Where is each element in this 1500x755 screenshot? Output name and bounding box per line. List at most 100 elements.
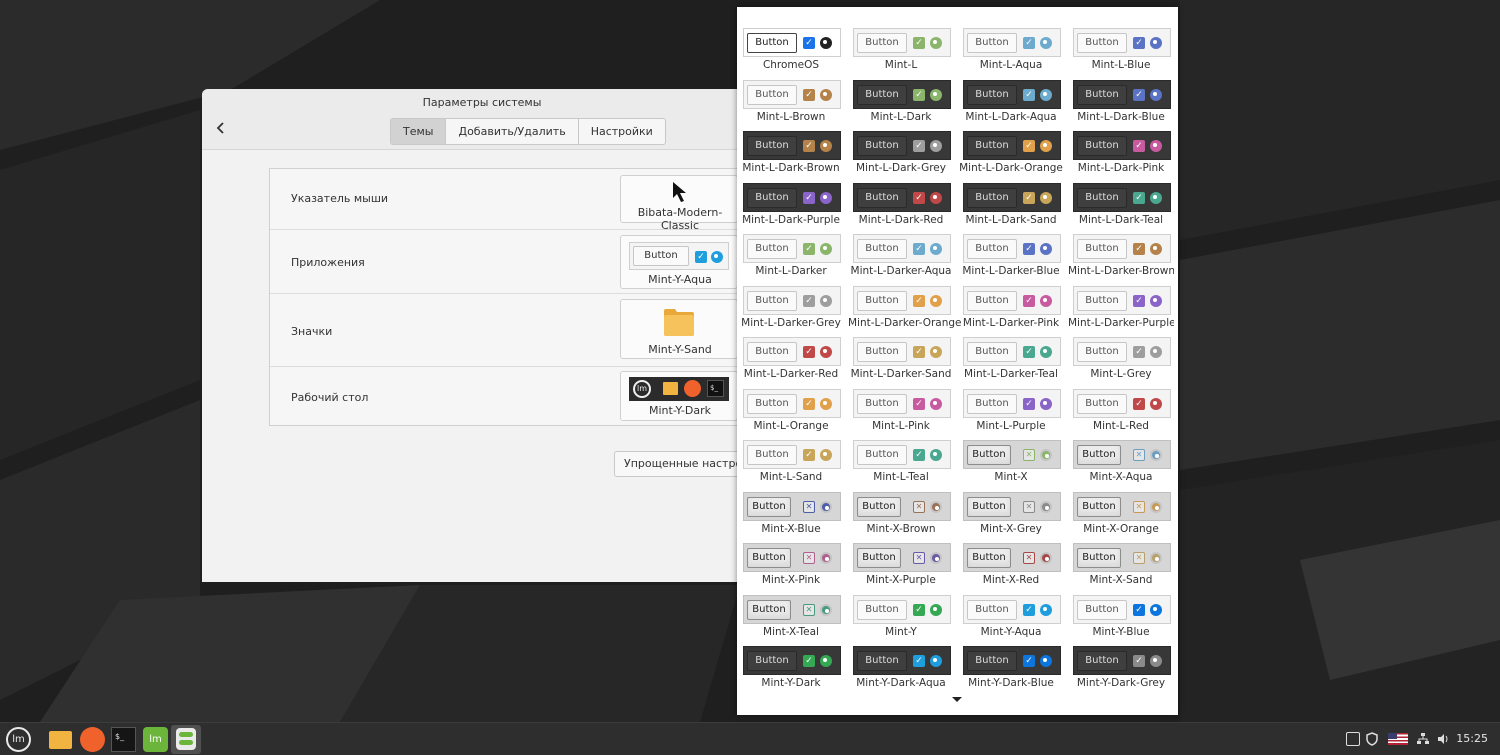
theme-item[interactable]: Button ✓ Mint-Y-Blue (1072, 594, 1174, 646)
tab-themes[interactable]: Темы (391, 119, 447, 144)
theme-item[interactable]: Button ✕ Mint-X-Purple (852, 542, 960, 594)
cursor-icon (673, 182, 686, 202)
theme-item[interactable]: Button ✓ Mint-Y-Dark-Blue (962, 645, 1070, 690)
theme-item[interactable]: Button ✓ Mint-L-Grey (1072, 336, 1174, 388)
theme-item[interactable]: Button ✕ Mint-X-Brown (852, 491, 960, 543)
theme-name: Mint-Y-Dark-Aqua (856, 677, 946, 689)
clock[interactable]: 15:25 (1456, 732, 1488, 745)
mouse-pointer-picker[interactable]: Bibata-Modern-Classic (620, 175, 738, 232)
preview-checkbox-icon: ✓ (803, 37, 815, 49)
theme-item[interactable]: Button ✓ Mint-L-Dark-Blue (1072, 79, 1174, 131)
theme-name: Mint-X (994, 471, 1028, 483)
icons-theme-picker[interactable]: Mint-Y-Sand (620, 299, 738, 359)
preview-button: Button (857, 445, 907, 465)
preview-button: Button (747, 84, 797, 105)
firefox-icon[interactable] (80, 727, 105, 752)
theme-item[interactable]: Button ✓ Mint-L-Dark-Brown (742, 130, 850, 182)
theme-item[interactable]: Button ✓ Mint-L-Aqua (962, 27, 1070, 79)
theme-name: Mint-X-Orange (1083, 522, 1159, 535)
preview-radio-icon (1150, 603, 1162, 616)
terminal-icon[interactable]: $_ (111, 727, 136, 752)
theme-item[interactable]: Button ✕ Mint-X-Grey (962, 491, 1070, 543)
theme-item[interactable]: Button ✓ Mint-L-Dark-Purple (742, 182, 850, 234)
theme-name: Mint-L-Dark-Sand (965, 213, 1057, 226)
theme-item[interactable]: Button ✓ Mint-Y (852, 594, 960, 646)
scroll-down-arrow-icon[interactable] (952, 697, 962, 702)
theme-item[interactable]: Button ✓ Mint-Y-Dark-Grey (1072, 645, 1174, 690)
theme-item[interactable]: Button ✓ Mint-L-Darker (742, 233, 850, 285)
theme-item[interactable]: Button ✓ Mint-L-Darker-Purple (1068, 285, 1174, 337)
theme-item[interactable]: Button ✓ Mint-L-Dark-Pink (1072, 130, 1174, 182)
volume-icon[interactable] (1436, 732, 1450, 746)
theme-item[interactable]: Button ✓ Mint-L-Red (1072, 388, 1174, 440)
theme-chooser-popup: Button ✓ ChromeOS Button ✓ Mint-L Button ✓ Mint-… (737, 7, 1178, 715)
preview-radio-icon (820, 294, 832, 307)
preview-button: Button (747, 239, 797, 259)
theme-item[interactable]: Button ✕ Mint-X-Aqua (1072, 439, 1174, 491)
us-flag-icon[interactable] (1388, 733, 1408, 745)
theme-item[interactable]: Button ✕ Mint-X (962, 439, 1070, 491)
theme-item[interactable]: Button ✓ Mint-L-Darker-Teal (962, 336, 1070, 388)
theme-item[interactable]: Button ✓ Mint-L-Dark-Sand (962, 182, 1070, 234)
preview-button: Button (1077, 187, 1127, 208)
theme-item[interactable]: Button ✓ Mint-L-Darker-Sand (851, 336, 960, 388)
theme-item[interactable]: Button ✓ Mint-L-Darker-Grey (742, 285, 850, 337)
theme-item[interactable]: Button ✓ Mint-Y-Dark (742, 645, 850, 690)
tab-settings[interactable]: Настройки (579, 119, 665, 144)
theme-item[interactable]: Button ✓ Mint-L-Darker-Pink (962, 285, 1070, 337)
theme-item[interactable]: Button ✓ Mint-Y-Aqua (962, 594, 1070, 646)
theme-item[interactable]: Button ✓ Mint-L (852, 27, 960, 79)
theme-item[interactable]: Button ✓ Mint-L-Pink (852, 388, 960, 440)
preview-button: Button (967, 548, 1011, 568)
preview-button: Button (1077, 239, 1127, 259)
theme-item[interactable]: Button ✕ Mint-X-Blue (742, 491, 850, 543)
theme-item[interactable]: Button ✓ Mint-L-Darker-Red (742, 336, 850, 388)
preview-radio-icon (930, 346, 942, 358)
system-settings-icon[interactable] (171, 725, 201, 754)
theme-item[interactable]: Button ✓ Mint-L-Orange (742, 388, 850, 440)
theme-item[interactable]: Button ✓ Mint-L-Brown (742, 79, 850, 131)
theme-item[interactable]: Button ✕ Mint-X-Red (962, 542, 1070, 594)
theme-item[interactable]: Button ✓ Mint-L-Teal (852, 439, 960, 491)
theme-item[interactable]: Button ✓ Mint-L-Purple (962, 388, 1070, 440)
desktop-theme-picker[interactable]: lm $_ Mint-Y-Dark (620, 371, 738, 421)
picker-caption: Mint-Y-Aqua (648, 273, 712, 286)
theme-item[interactable]: Button ✓ Mint-L-Dark-Aqua (962, 79, 1070, 131)
theme-preview: Button ✓ (1073, 234, 1171, 263)
theme-item[interactable]: Button ✕ Mint-X-Pink (742, 542, 850, 594)
theme-item[interactable]: Button ✓ Mint-L-Dark-Grey (852, 130, 960, 182)
preview-radio-icon (1150, 294, 1162, 307)
window-header: Параметры системы Темы Добавить/Удалить … (202, 89, 762, 150)
theme-item[interactable]: Button ✓ Mint-L-Darker-Brown (1068, 233, 1174, 285)
preview-checkbox-icon: ✓ (1133, 346, 1145, 358)
network-icon[interactable] (1416, 732, 1430, 746)
theme-item[interactable]: Button ✓ Mint-L-Sand (742, 439, 850, 491)
tab-add-remove[interactable]: Добавить/Удалить (446, 119, 579, 144)
applications-theme-picker[interactable]: Button ✓ Mint-Y-Aqua (620, 235, 738, 289)
theme-item[interactable]: Button ✓ Mint-L-Darker-Orange (848, 285, 962, 337)
theme-item[interactable]: Button ✓ Mint-L-Dark-Teal (1072, 182, 1174, 234)
mintinstall-icon[interactable]: lm (143, 727, 168, 752)
theme-item[interactable]: Button ✕ Mint-X-Teal (742, 594, 850, 646)
theme-item[interactable]: Button ✓ Mint-L-Darker-Aqua (851, 233, 960, 285)
theme-preview: Button ✓ (1073, 182, 1171, 212)
files-icon[interactable] (48, 727, 73, 752)
theme-preview: Button ✕ (963, 543, 1061, 572)
mint-logo-icon: lm (633, 380, 651, 398)
theme-item[interactable]: Button ✓ Mint-Y-Dark-Aqua (852, 645, 960, 690)
theme-name: Mint-L-Purple (976, 419, 1046, 432)
clipboard-icon[interactable] (1346, 732, 1360, 746)
shield-icon[interactable] (1365, 732, 1379, 746)
theme-item[interactable]: Button ✓ Mint-L-Blue (1072, 27, 1174, 79)
theme-item[interactable]: Button ✓ Mint-L-Dark (852, 79, 960, 131)
theme-item[interactable]: Button ✓ Mint-L-Dark-Orange (959, 130, 1070, 182)
theme-item[interactable]: Button ✓ ChromeOS (742, 27, 850, 79)
menu-icon[interactable]: lm (6, 727, 31, 752)
preview-button: Button (967, 84, 1017, 105)
theme-item[interactable]: Button ✕ Mint-X-Sand (1072, 542, 1174, 594)
preview-radio-icon (1040, 449, 1052, 461)
back-arrow-icon[interactable] (214, 121, 228, 135)
theme-item[interactable]: Button ✓ Mint-L-Dark-Red (852, 182, 960, 234)
theme-item[interactable]: Button ✕ Mint-X-Orange (1072, 491, 1174, 543)
theme-item[interactable]: Button ✓ Mint-L-Darker-Blue (962, 233, 1070, 285)
